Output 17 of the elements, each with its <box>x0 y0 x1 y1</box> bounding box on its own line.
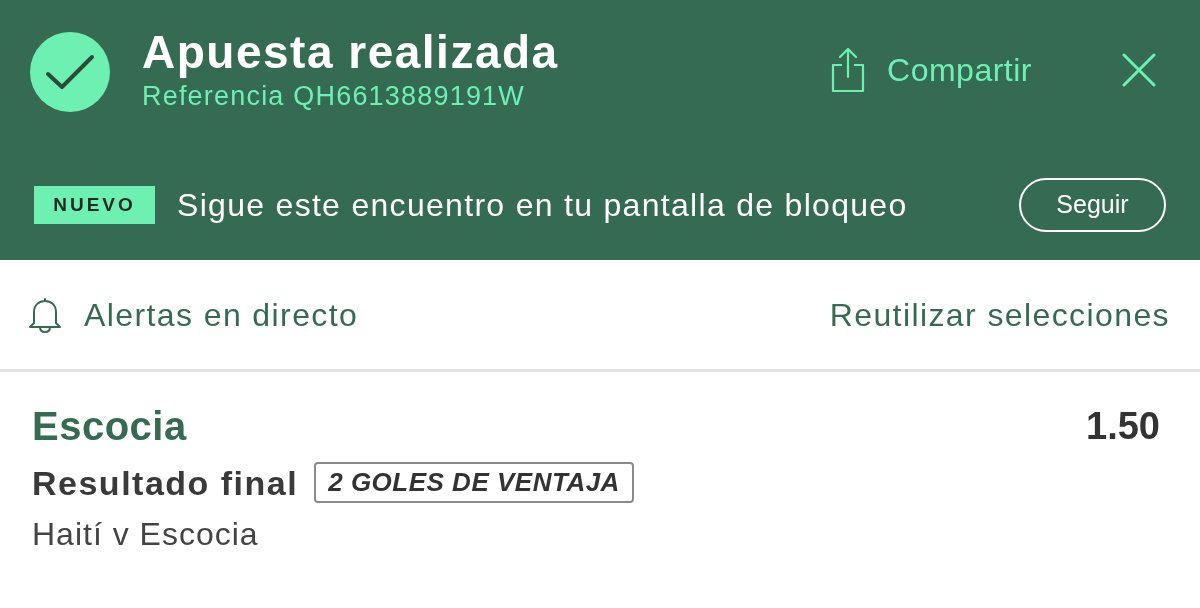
bell-icon <box>28 296 62 333</box>
share-button[interactable]: Compartir <box>831 47 1032 93</box>
new-badge: NUEVO <box>34 186 155 224</box>
event-name: Haití v Escocia <box>32 515 259 553</box>
market-tag: 2 GOLES DE VENTAJA <box>314 462 634 503</box>
selection-name: Escocia <box>32 404 187 448</box>
confirmation-title: Apuesta realizada <box>142 26 559 78</box>
share-icon <box>831 47 866 93</box>
checkmark-icon <box>30 32 110 112</box>
follow-button[interactable]: Seguir <box>1019 178 1166 232</box>
live-alerts-button[interactable]: Alertas en directo <box>28 295 359 334</box>
reuse-selections-link[interactable]: Reutilizar selecciones <box>829 295 1170 334</box>
reference-number: Referencia QH6613889191W <box>142 80 527 112</box>
odds-value: 1.50 <box>1086 404 1160 448</box>
market-name: Resultado final <box>32 462 299 503</box>
close-icon[interactable] <box>1122 53 1156 87</box>
promo-message: Sigue este encuentro en tu pantalla de bloqueo <box>177 186 908 224</box>
